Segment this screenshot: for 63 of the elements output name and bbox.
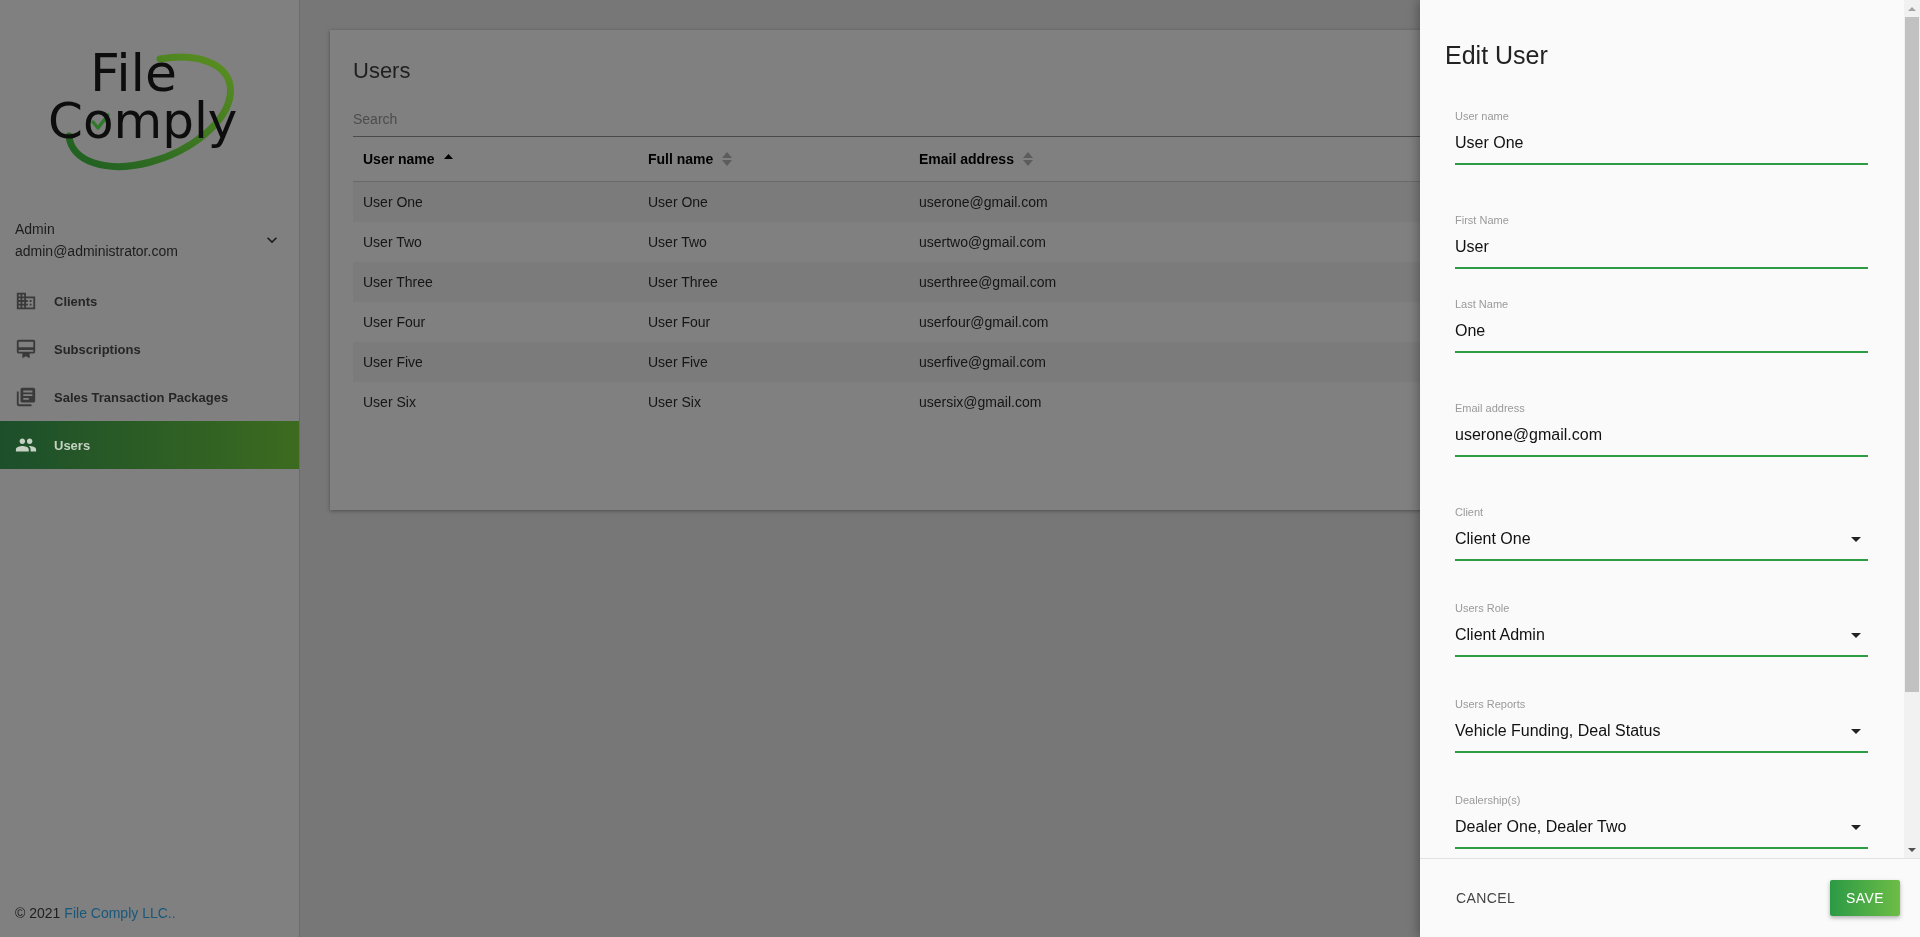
text-field[interactable]: User One (1455, 131, 1868, 165)
select-field[interactable]: Vehicle Funding, Deal Status (1455, 719, 1868, 753)
dropdown-arrow-icon (1851, 632, 1861, 638)
table-cell-text: User Four (362, 313, 427, 332)
field-label: Users Reports (1455, 697, 1526, 711)
table-cell-text: User Five (362, 353, 424, 372)
text-field[interactable]: One (1455, 319, 1868, 353)
card-icon (15, 338, 37, 360)
scrollbar-thumb[interactable] (1905, 17, 1919, 692)
account-email: admin@administrator.com (15, 242, 178, 261)
table-row[interactable]: User One User One userone@gmail.com (353, 182, 1420, 222)
text-field[interactable]: userone@gmail.com (1455, 423, 1868, 457)
field-label: Dealership(s) (1455, 793, 1521, 807)
column-header[interactable]: Full name (648, 151, 733, 167)
field-label: Client (1455, 505, 1484, 519)
table-cell-text: userfour@gmail.com (918, 313, 1050, 332)
table-cell-text: User Six (647, 393, 702, 412)
table-cell-text: User Two (362, 233, 423, 252)
drawer-title: Edit User (1445, 40, 1548, 71)
field-label: User name (1455, 109, 1509, 123)
table-cell-text: User Two (647, 233, 708, 252)
scroll-up-icon[interactable] (1908, 6, 1916, 11)
cancel-button[interactable]: CANCEL (1448, 880, 1524, 916)
account-name: Admin (15, 220, 55, 239)
nav-item[interactable]: Subscriptions (0, 325, 299, 373)
nav-item[interactable]: Clients (0, 277, 299, 325)
table-cell-text: User Five (647, 353, 709, 372)
scroll-down-icon[interactable] (1908, 847, 1916, 852)
table-cell-text: userone@gmail.com (918, 193, 1049, 212)
logo-text: File (90, 53, 177, 93)
field-label: Users Role (1455, 601, 1510, 615)
select-field[interactable]: Client Admin (1455, 623, 1868, 657)
table-cell-text: User One (362, 193, 424, 212)
table-row[interactable]: User Five User Five userfive@gmail.com (353, 342, 1420, 382)
table-cell-text: User Three (647, 273, 719, 292)
select-field[interactable]: Client One (1455, 527, 1868, 561)
table-cell-text: usersix@gmail.com (918, 393, 1043, 412)
dropdown-arrow-icon (1851, 536, 1861, 542)
dropdown-arrow-icon (1851, 728, 1861, 734)
dropdown-arrow-icon (1851, 824, 1861, 830)
table-cell-text: User Four (647, 313, 712, 332)
field-label: Last Name (1455, 297, 1509, 311)
table-cell-text: User One (647, 193, 709, 212)
card-title: Users (353, 57, 411, 85)
select-field[interactable]: Dealer One, Dealer Two (1455, 815, 1868, 849)
nav-item[interactable]: Sales Transaction Packages (0, 373, 299, 421)
table-cell-text: User Three (362, 273, 434, 292)
field-label: First Name (1455, 213, 1509, 227)
scrollbar[interactable] (1904, 0, 1920, 858)
table-cell-text: userthree@gmail.com (918, 273, 1058, 292)
column-header[interactable]: Email address (919, 151, 1033, 167)
copyright-text: © 2021 (15, 904, 61, 923)
nav-item[interactable]: Users (0, 421, 299, 469)
save-button[interactable]: SAVE (1830, 880, 1900, 916)
table-row[interactable]: User Three User Three userthree@gmail.com (353, 262, 1420, 302)
field-label: Email address (1455, 401, 1525, 415)
table-cell-text: usertwo@gmail.com (918, 233, 1048, 252)
building-icon (15, 290, 37, 312)
text-field[interactable]: User (1455, 235, 1868, 269)
table-cell-text: userfive@gmail.com (918, 353, 1048, 372)
documents-icon (15, 386, 37, 408)
table-cell-text: User Six (362, 393, 417, 412)
column-header[interactable]: User name (363, 151, 453, 167)
